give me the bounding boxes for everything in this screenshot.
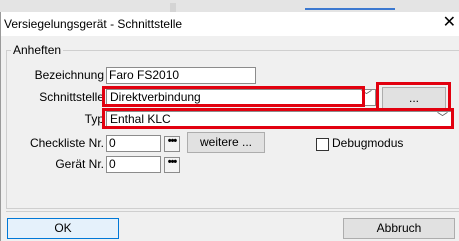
checkliste-label: Checkliste Nr.	[29, 136, 104, 150]
window-title: Versiegelungsgerät - Schnittstelle	[4, 17, 183, 31]
ok-button[interactable]: OK	[7, 218, 119, 239]
title-bar: Versiegelungsgerät - Schnittstelle ✕	[1, 12, 459, 36]
typ-label: Typ	[84, 112, 104, 126]
geraet-field[interactable]: 0	[106, 156, 161, 173]
schnittstelle-browse-button[interactable]: ...	[382, 87, 446, 109]
typ-select[interactable]: Enthal KLC ﹀	[106, 111, 452, 128]
divider	[6, 211, 459, 212]
dialog-window: Versiegelungsgerät - Schnittstelle ✕ Anh…	[0, 12, 459, 241]
debugmodus-label: Debugmodus	[332, 136, 404, 150]
geraet-more-button[interactable]: •••	[164, 157, 180, 173]
debugmodus-checkbox[interactable]	[316, 138, 329, 151]
schnittstelle-value: Direktverbindung	[110, 90, 201, 104]
checkliste-field[interactable]: 0	[106, 135, 161, 152]
typ-value: Enthal KLC	[110, 112, 171, 126]
cancel-button[interactable]: Abbruch	[343, 218, 455, 239]
weitere-button[interactable]: weitere ...	[187, 132, 265, 153]
geraet-label: Gerät Nr.	[55, 157, 104, 171]
chevron-down-icon: ﹀	[437, 112, 448, 124]
background-element	[170, 3, 176, 12]
background-accent	[305, 8, 395, 10]
chevron-down-icon: ﹀	[361, 90, 372, 102]
checkliste-more-button[interactable]: •••	[164, 136, 180, 152]
group-label: Anheften	[11, 43, 64, 57]
bezeichnung-field[interactable]: Faro FS2010	[106, 67, 256, 84]
schnittstelle-select[interactable]: Direktverbindung ﹀	[106, 89, 376, 106]
close-icon[interactable]: ✕	[443, 14, 456, 32]
background-strip	[0, 0, 459, 12]
bezeichnung-label: Bezeichnung	[34, 68, 104, 82]
schnittstelle-label: Schnittstelle	[39, 90, 104, 104]
